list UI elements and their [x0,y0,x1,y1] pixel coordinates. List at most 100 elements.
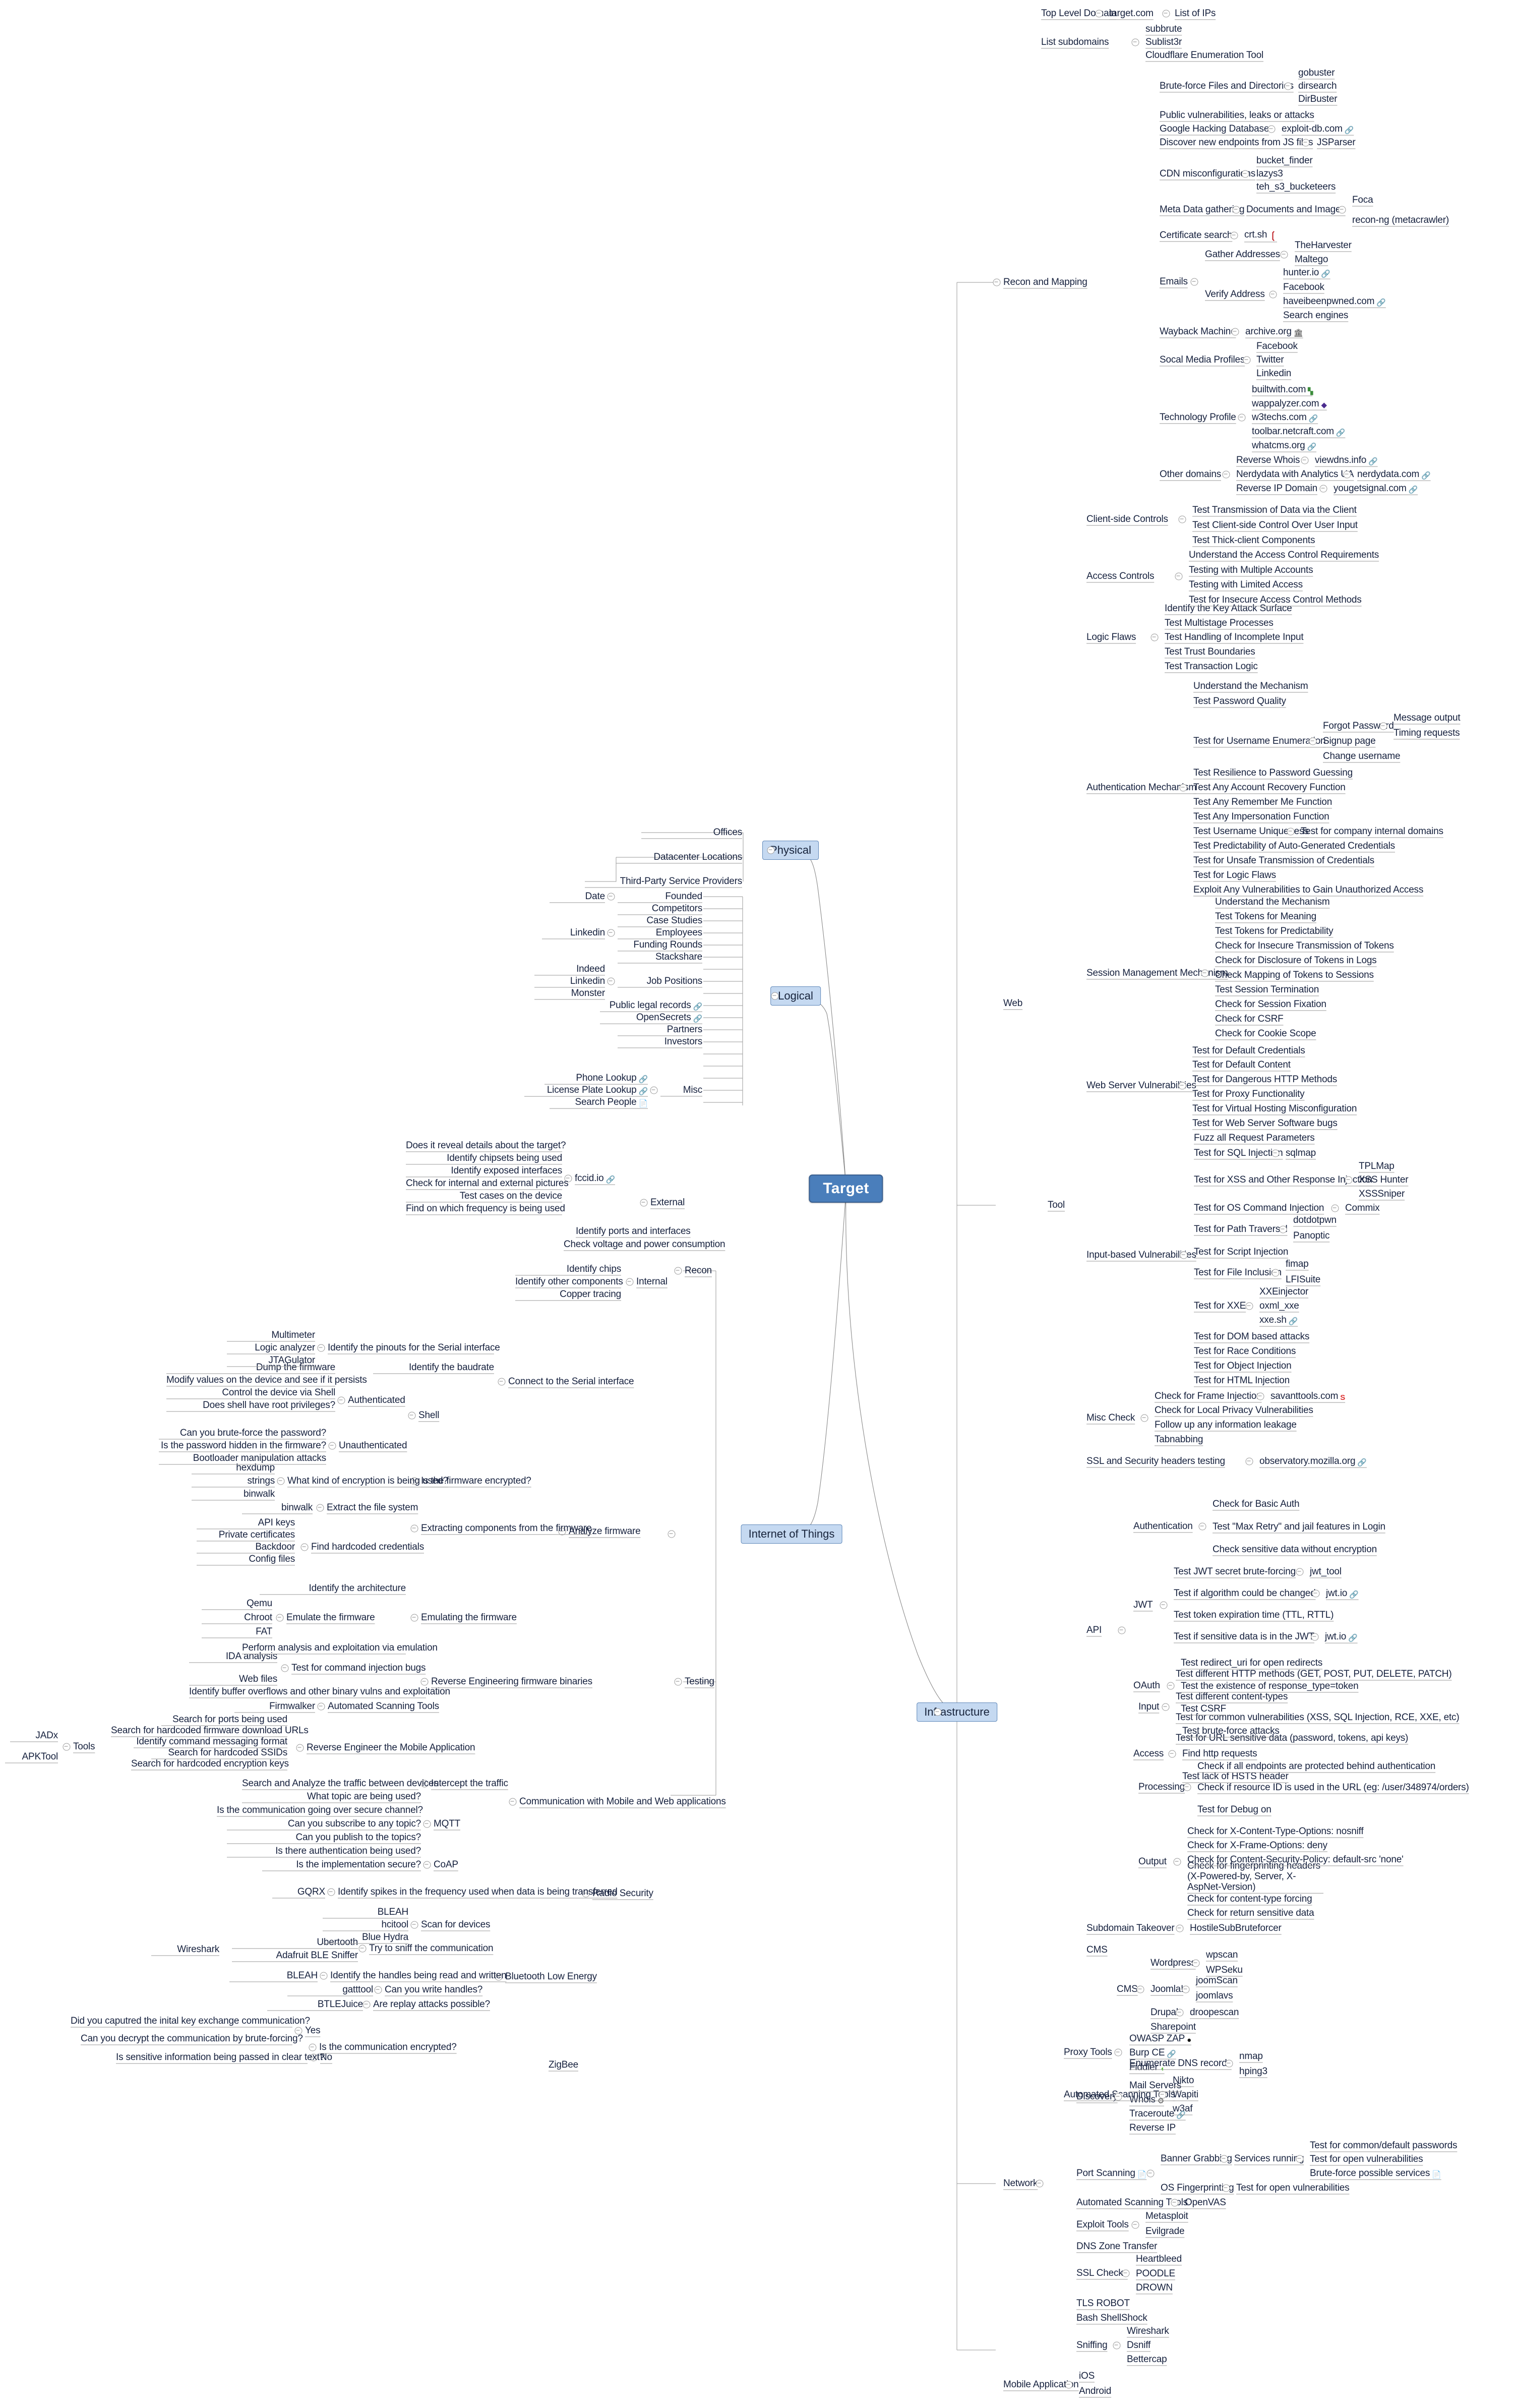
node-misc[interactable]: Misc [660,1085,702,1096]
node-company-internal-domains[interactable]: Test for company internal domains [1301,826,1443,837]
node-mqtt-0[interactable]: What topic are being used? [242,1791,421,1802]
node-zig-yes-0[interactable]: Did you caputred the inital key exchange… [71,2016,310,2027]
toggle-input-vulns[interactable] [1180,1251,1188,1259]
node-joomscan[interactable]: joomScan [1196,1975,1238,1986]
node-wireshark[interactable]: Wireshark [1127,2326,1169,2337]
toggle-find-hardcoded-creds[interactable] [300,1543,309,1551]
node-sm-2[interactable]: Test Tokens for Predictability [1215,926,1334,937]
node-extract-filesystem[interactable]: Extract the file system [327,1502,418,1513]
node-tls-robot[interactable]: TLS ROBOT [1076,2298,1130,2309]
node-mobile-tools[interactable]: Tools [73,1741,95,1752]
toggle-other-domains[interactable] [1222,471,1230,479]
toggle-identify-spikes[interactable] [327,1888,335,1896]
toggle-recon-and-mapping[interactable] [993,278,1001,286]
toggle-js-endpoints[interactable] [1302,139,1310,147]
node-sublist3r[interactable]: Sublist3r [1145,37,1182,48]
toggle-misc-check[interactable] [1140,1414,1148,1422]
toggle-wayback-machine[interactable] [1231,328,1239,336]
node-dns-zone-transfer[interactable]: DNS Zone Transfer [1076,2241,1157,2252]
toggle-net-autoscan[interactable] [1171,2199,1179,2207]
node-rem-1[interactable]: Search for hardcoded firmware download U… [111,1725,309,1736]
node-api-input[interactable]: Input [1138,1701,1159,1713]
node-api-jwt[interactable]: JWT [1133,1600,1153,1611]
node-proc-1[interactable]: Check if resource ID is used in the URL … [1197,1782,1469,1793]
node-theharvester[interactable]: TheHarvester [1295,240,1352,251]
node-rem-2[interactable]: Identify command messaging format [134,1736,287,1747]
node-ac-0[interactable]: Understand the Access Control Requiremen… [1189,550,1379,561]
node-am-11[interactable]: Exploit Any Vulnerabilities to Gain Unau… [1193,885,1423,896]
toggle-cdn-misconfig[interactable] [1241,170,1249,178]
node-rem-0[interactable]: Search for ports being used [161,1714,287,1725]
node-iv-object[interactable]: Test for Object Injection [1194,1361,1292,1372]
node-sniffing[interactable]: Sniffing [1076,2340,1108,2351]
node-sm-4[interactable]: Check for Disclosure of Tokens in Logs [1215,955,1377,966]
toggle-web-server-vulns[interactable] [1178,1082,1186,1090]
node-iv-dom[interactable]: Test for DOM based attacks [1194,1331,1309,1342]
node-signup-page[interactable]: Signup page [1323,736,1376,747]
toggle-logic-flaws[interactable] [1150,633,1159,641]
node-whatcms[interactable]: whatcms.org 🔗 [1252,440,1316,451]
node-droopescan[interactable]: droopescan [1190,2007,1239,2018]
node-xsssniper[interactable]: XSSSniper [1359,1189,1405,1200]
node-test-cmd-injection[interactable]: Test for command injection bugs [291,1663,426,1674]
node-technology-profile[interactable]: Technology Profile [1160,412,1236,423]
toggle-sqli[interactable] [1271,1149,1280,1157]
node-list-of-ips[interactable]: List of IPs [1175,8,1216,19]
node-ubertooth[interactable]: Ubertooth [232,1937,358,1948]
node-wpscan[interactable]: wpscan [1206,1950,1238,1961]
node-svc-0[interactable]: Test for common/default passwords [1310,2140,1457,2151]
node-fimap[interactable]: fimap [1286,1259,1309,1270]
node-target-domain[interactable]: target.com [1109,8,1154,19]
node-wappalyzer[interactable]: wappalyzer.com ◆ [1252,398,1327,409]
toggle-session-mechanism[interactable] [1201,969,1209,977]
node-zig-yes-1[interactable]: Can you decrypt the communication by bru… [81,2033,303,2044]
toggle-pinouts[interactable] [317,1344,325,1352]
node-mqtt-4[interactable]: Is there authentication being used? [227,1846,421,1857]
node-search-people[interactable]: Search People 📄 [550,1097,648,1108]
node-lazys3[interactable]: lazys3 [1256,168,1283,180]
toggle-reverse-eng-firmware[interactable] [420,1678,429,1686]
toggle-iot-autoscan[interactable] [317,1702,325,1711]
toggle-joomla[interactable] [1182,1985,1190,1993]
node-stackshare[interactable]: Stackshare [618,952,702,963]
node-mozilla-observatory[interactable]: observatory.mozilla.org 🔗 [1259,1456,1367,1467]
toggle-mobile-application[interactable] [1065,2381,1073,2389]
toggle-xxe[interactable] [1245,1302,1253,1310]
toggle-try-sniff[interactable] [358,1945,367,1953]
toggle-logical[interactable] [771,992,779,1000]
node-access-controls[interactable]: Access Controls [1086,571,1154,582]
node-hexdump[interactable]: hexdump [192,1462,275,1474]
node-foca[interactable]: Foca [1352,195,1373,206]
node-ac-1[interactable]: Testing with Multiple Accounts [1189,565,1313,576]
node-employees-linkedin[interactable]: Linkedin [542,927,605,938]
node-chroot[interactable]: Chroot [202,1612,272,1623]
node-misc-check[interactable]: Misc Check [1086,1413,1135,1424]
toggle-os-fingerprinting[interactable] [1222,2184,1230,2192]
node-wayback-machine[interactable]: Wayback Machine [1160,326,1236,337]
node-heartbleed[interactable]: Heartbleed [1136,2254,1182,2265]
node-owasp-zap[interactable]: OWASP ZAP ● [1129,2033,1191,2044]
node-sm-6[interactable]: Test Session Termination [1215,984,1319,995]
node-social-facebook[interactable]: Facebook [1256,341,1298,352]
node-out-3[interactable]: Check for fingerprinting headers (X-Powe… [1187,1861,1323,1893]
node-bleah-handles[interactable]: BLEAH [229,1970,318,1981]
node-cms[interactable]: CMS [1086,1945,1108,1956]
node-nmap[interactable]: nmap [1239,2051,1263,2062]
node-message-output[interactable]: Message output [1394,713,1461,724]
node-auth-3[interactable]: Does shell have root privileges? [166,1400,335,1411]
node-sm-8[interactable]: Check for CSRF [1215,1014,1284,1025]
node-auth-1[interactable]: Modify values on the device and see if i… [166,1375,367,1386]
node-lf-0[interactable]: Identify the Key Attack Surface [1165,603,1292,614]
node-sm-7[interactable]: Check for Session Fixation [1215,999,1326,1010]
toggle-api-output[interactable] [1173,1858,1181,1866]
toggle-physical[interactable] [767,846,775,854]
node-proc-0[interactable]: Check if all endpoints are protected beh… [1197,1761,1435,1772]
toggle-shell[interactable] [408,1412,416,1420]
node-auth-0[interactable]: Dump the firmware [166,1362,335,1373]
toggle-emulating-firmware[interactable] [410,1614,418,1622]
toggle-identify-handles[interactable] [320,1972,328,1980]
node-iv-sqli[interactable]: Test for SQL Injection [1194,1148,1283,1159]
toggle-api-oauth[interactable] [1167,1682,1175,1690]
toggle-employees[interactable] [607,929,615,937]
node-hostilesubbruteforcer[interactable]: HostileSubBruteforcer [1190,1923,1282,1934]
